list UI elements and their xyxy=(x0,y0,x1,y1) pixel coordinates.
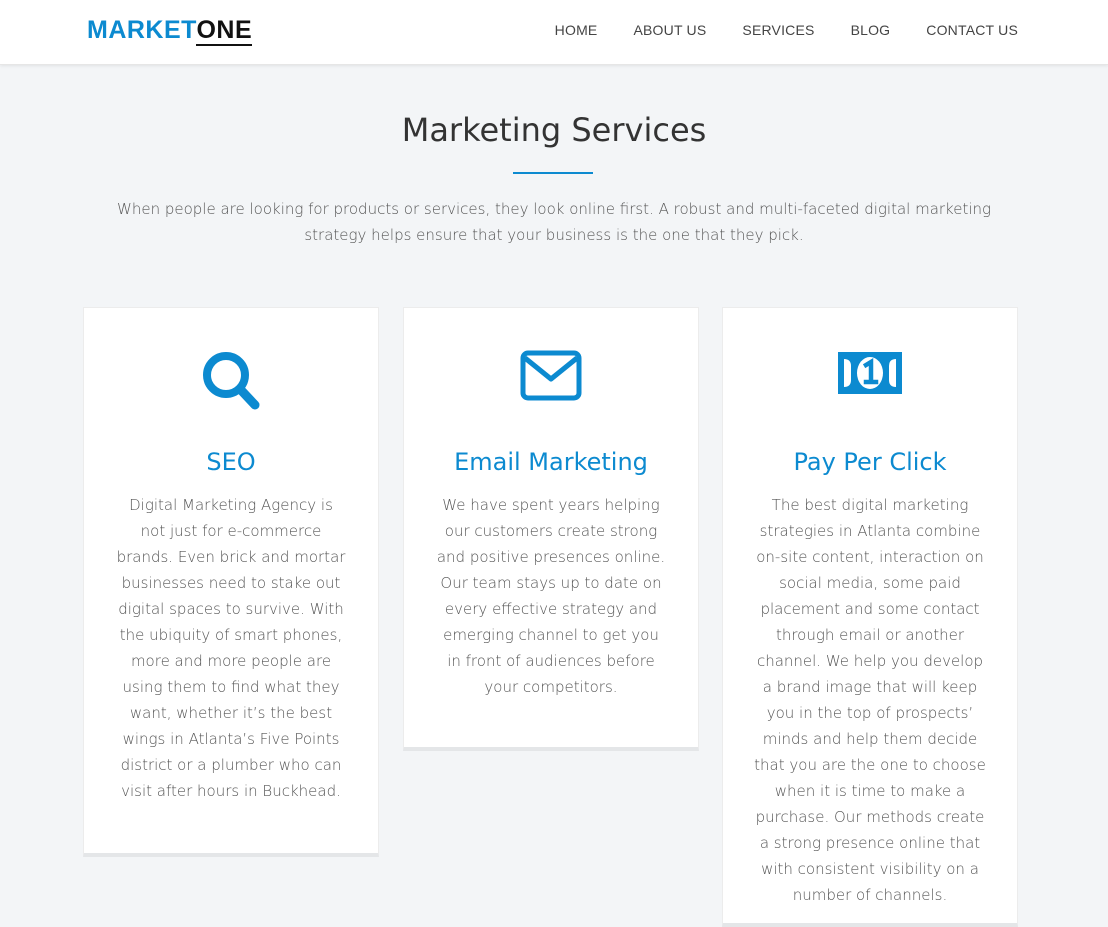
card-text-email-marketing: We have spent years helping our customer… xyxy=(436,496,666,696)
card-title-seo: SEO xyxy=(206,448,256,476)
service-card-seo: SEO Digital Marketing Agency is not just… xyxy=(83,307,379,857)
card-title-email-marketing: Email Marketing xyxy=(454,448,648,476)
logo-market: MARKET xyxy=(87,16,197,44)
card-text-pay-per-click: The best digital marketing strategies in… xyxy=(754,496,986,904)
logo-one: ONE xyxy=(196,16,253,46)
nav-services[interactable]: SERVICES xyxy=(742,21,814,39)
card-title-pay-per-click: Pay Per Click xyxy=(793,448,947,476)
money-bill-icon xyxy=(837,350,903,400)
section-intro: When people are looking for products or … xyxy=(117,200,991,244)
main-nav: HOME ABOUT US SERVICES BLOG CONTACT US xyxy=(519,21,1018,39)
service-card-email-marketing: Email Marketing We have spent years help… xyxy=(403,307,699,751)
nav-home[interactable]: HOME xyxy=(555,21,598,39)
site-header: MARKETONE HOME ABOUT US SERVICES BLOG CO… xyxy=(0,0,1108,65)
nav-blog[interactable]: BLOG xyxy=(851,21,891,39)
service-card-pay-per-click: Pay Per Click The best digital marketing… xyxy=(722,307,1018,927)
title-underline xyxy=(513,172,593,174)
card-text-seo: Digital Marketing Agency is not just for… xyxy=(116,496,346,800)
envelope-icon xyxy=(520,350,582,406)
search-icon xyxy=(201,350,261,416)
nav-about-us[interactable]: ABOUT US xyxy=(633,21,706,39)
section-title: Marketing Services xyxy=(401,111,707,149)
logo[interactable]: MARKETONE xyxy=(87,15,253,46)
nav-contact-us[interactable]: CONTACT US xyxy=(926,21,1018,39)
